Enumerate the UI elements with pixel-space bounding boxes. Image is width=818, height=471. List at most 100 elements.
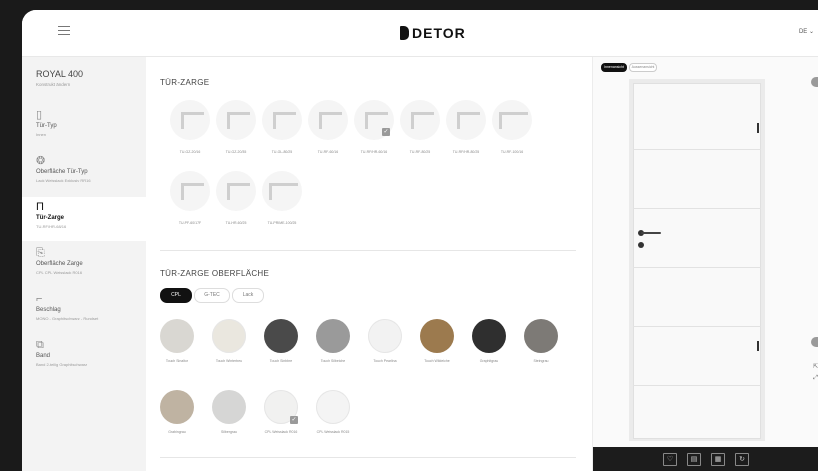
frame-option-10[interactable] <box>262 171 302 211</box>
sidebar-item-sub: Band 2-teilig Graphitschwarz <box>36 362 88 367</box>
frame-option-0[interactable] <box>170 100 210 140</box>
check-icon: ✓ <box>290 416 298 424</box>
frame-option-4[interactable]: ✓ <box>354 100 394 140</box>
swatch-10[interactable]: ✓ <box>264 390 298 424</box>
sidebar-item-label: Beschlag <box>36 307 61 313</box>
hardware-icon: ⌐ <box>36 293 43 305</box>
swatch-1[interactable] <box>212 319 246 353</box>
frame-option-3[interactable] <box>308 100 348 140</box>
sidebar-item-label: Tür-Typ <box>36 123 57 129</box>
sidebar-item-sub: MONO - Graphitschwarz - Rundset <box>36 316 99 321</box>
preview-actions: ♡ ▤ ▦ ↻ <box>593 447 818 471</box>
sidebar-item-frame-surface[interactable]: ⎘ Oberfläche Zarge CPL CPL Weisslack R01… <box>22 243 146 287</box>
top-bar: DETOR DE ⌄ <box>22 10 818 57</box>
brand-name: DETOR <box>412 25 466 41</box>
swatch-label: CPL Weisslack R015 <box>316 430 350 434</box>
sidebar-item-sub: Lack Weisslack Exklusiv RR16 <box>36 178 91 183</box>
swatch-2[interactable] <box>264 319 298 353</box>
swatch-label: CPL Weisslack R016 <box>264 430 298 434</box>
frame-option-label: TU-RF-100/16 <box>500 150 524 154</box>
view-inside-tab[interactable]: Innenansicht <box>601 63 627 72</box>
language-selector[interactable]: DE ⌄ <box>799 28 814 35</box>
keyhole-icon <box>638 242 644 248</box>
section-divider <box>160 250 576 251</box>
side-control[interactable] <box>811 337 818 347</box>
door-groove <box>633 149 761 150</box>
frame-profile-icon <box>227 183 250 200</box>
door-preview: Innenansicht Aussenansicht ⇱ ⤢ ♡ ▤ ▦ ↻ <box>592 57 818 471</box>
sidebar-item-label: Oberfläche Zarge <box>36 261 83 267</box>
door-groove <box>633 267 761 268</box>
frame-surface-icon: ⎘ <box>36 247 45 259</box>
app-frame: DETOR DE ⌄ ROYAL 400 Konstrukt ändern ▯ … <box>22 10 818 471</box>
door-groove <box>633 326 761 327</box>
swatch-label: Touch Pearlina <box>373 359 397 363</box>
brand-logo[interactable]: DETOR <box>400 25 466 41</box>
swatch-label: Touch Winterbeu <box>215 359 243 363</box>
door-groove <box>633 385 761 386</box>
frame-option-7[interactable] <box>492 100 532 140</box>
surface-section-title: TÜR-ZARGE OBERFLÄCHE <box>160 269 270 278</box>
frame-option-6[interactable] <box>446 100 486 140</box>
door-groove <box>633 208 761 209</box>
swatch-label: Grabingrau <box>168 430 186 434</box>
frame-profile-icon <box>319 112 342 129</box>
sidebar-item-door-type[interactable]: ▯ Tür-Typ Innen <box>22 105 146 149</box>
tab-lack[interactable]: Lack <box>232 288 264 303</box>
swatch-label: Touch Wildeiche <box>424 359 450 363</box>
document-icon[interactable]: ▤ <box>687 453 701 466</box>
options-panel: TÜR-ZARGE ✓ TU-GZ-20/16 TU-GZ-20/35 TU-G… <box>146 57 592 471</box>
swatch-label: Touch Sinbbre <box>269 359 293 363</box>
frame-option-label: TU-PRIME-100/25 <box>267 221 297 225</box>
sidebar-item-sub: TU-RF/HR-68/16 <box>36 224 67 229</box>
swatch-3[interactable] <box>316 319 350 353</box>
swatch-9[interactable] <box>212 390 246 424</box>
door-leaf <box>633 83 761 439</box>
tab-g-tec[interactable]: G-TEC <box>194 288 230 303</box>
share-icon[interactable]: ⇱ <box>813 363 818 370</box>
expand-icon[interactable]: ⤢ <box>813 375 818 382</box>
swatch-0[interactable] <box>160 319 194 353</box>
frame-option-1[interactable] <box>216 100 256 140</box>
swatch-label: Silbergrau <box>221 430 237 434</box>
sidebar-item-hinge[interactable]: ⧉ Band Band 2-teilig Graphitschwarz <box>22 335 146 379</box>
check-icon: ✓ <box>382 128 390 136</box>
tab-cpl[interactable]: CPL <box>160 288 192 303</box>
frame-option-5[interactable] <box>400 100 440 140</box>
sidebar-item-door-surface[interactable]: ❂ Oberfläche Tür-Typ Lack Weisslack Exkl… <box>22 151 146 195</box>
section-divider <box>160 457 576 458</box>
side-control[interactable] <box>811 77 818 87</box>
frame-profile-icon <box>181 183 204 200</box>
config-sidebar: ROYAL 400 Konstrukt ändern ▯ Tür-Typ Inn… <box>22 57 146 471</box>
door-handle-icon <box>641 232 661 234</box>
change-product-link[interactable]: Konstrukt ändern <box>36 82 70 87</box>
sidebar-item-label: Tür-Zarge <box>36 215 65 221</box>
frame-profile-icon <box>227 112 250 129</box>
save-icon[interactable]: ▦ <box>711 453 725 466</box>
surface-icon: ❂ <box>36 155 46 167</box>
swatch-5[interactable] <box>420 319 454 353</box>
swatch-4[interactable] <box>368 319 402 353</box>
frame-option-8[interactable] <box>170 171 210 211</box>
frame-option-2[interactable] <box>262 100 302 140</box>
swatch-7[interactable] <box>524 319 558 353</box>
sidebar-item-label: Oberfläche Tür-Typ <box>36 169 88 175</box>
frame-option-9[interactable] <box>216 171 256 211</box>
frame-profile-icon <box>411 112 434 129</box>
frame-profile-icon <box>273 112 296 129</box>
hinge-icon: ⧉ <box>36 339 44 351</box>
swatch-6[interactable] <box>472 319 506 353</box>
reset-icon[interactable]: ↻ <box>735 453 749 466</box>
sidebar-item-hardware[interactable]: ⌐ Beschlag MONO - Graphitschwarz - Runds… <box>22 289 146 333</box>
swatch-11[interactable] <box>316 390 350 424</box>
heart-icon[interactable]: ♡ <box>663 453 677 466</box>
swatch-label: Touch Silbeiche <box>320 359 346 363</box>
view-outside-tab[interactable]: Aussenansicht <box>629 63 657 72</box>
hamburger-icon[interactable] <box>58 26 70 36</box>
hinge-icon <box>757 341 759 351</box>
swatch-8[interactable] <box>160 390 194 424</box>
frame-profile-icon <box>457 112 480 129</box>
sidebar-item-frame[interactable]: Π Tür-Zarge TU-RF/HR-68/16 <box>22 197 146 241</box>
frame-profile-icon <box>269 183 298 200</box>
sidebar-item-sub: CPL CPL Weisslack R016 <box>36 270 83 275</box>
